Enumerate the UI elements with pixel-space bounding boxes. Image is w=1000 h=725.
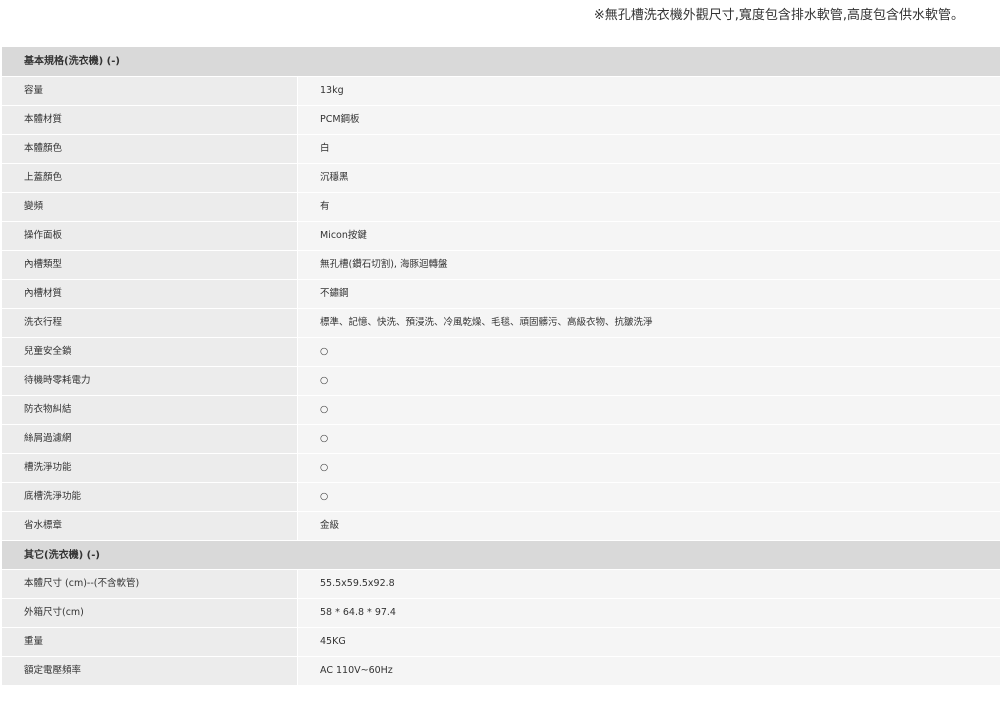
spec-label: 變頻 <box>2 193 298 221</box>
spec-label: 內槽材質 <box>2 280 298 308</box>
section-header-other: 其它(洗衣機) (-) <box>2 541 1000 570</box>
spec-label: 本體顏色 <box>2 135 298 163</box>
spec-row: 重量 45KG <box>2 628 1000 657</box>
spec-value: 標準、記憶、快洗、預浸洗、冷風乾燥、毛毯、頑固髒污、高級衣物、抗皺洗淨 <box>298 309 1000 337</box>
spec-value: ○ <box>298 367 1000 395</box>
spec-label: 外箱尺寸(cm) <box>2 599 298 627</box>
spec-row: 外箱尺寸(cm) 58 * 64.8 * 97.4 <box>2 599 1000 628</box>
spec-label: 槽洗淨功能 <box>2 454 298 482</box>
spec-value: 白 <box>298 135 1000 163</box>
spec-label: 待機時零耗電力 <box>2 367 298 395</box>
section-header-basic: 基本規格(洗衣機) (-) <box>2 47 1000 77</box>
spec-value: 13kg <box>298 77 1000 105</box>
spec-value: AC 110V~60Hz <box>298 657 1000 685</box>
spec-value: 無孔槽(鑽石切割), 海豚迴轉盤 <box>298 251 1000 279</box>
spec-row: 絲屑過濾網 ○ <box>2 425 1000 454</box>
spec-value: ○ <box>298 338 1000 366</box>
spec-row: 變頻有 <box>2 193 1000 222</box>
spec-label: 本體材質 <box>2 106 298 134</box>
section-rows-basic: 容量 13kg 本體材質 PCM鋼板 本體顏色白上蓋顏色 沉穩黑 變頻有操作面板 Micon按… <box>2 77 1000 541</box>
spec-value: 45KG <box>298 628 1000 656</box>
spec-row: 額定電壓頻率 AC 110V~60Hz <box>2 657 1000 686</box>
spec-value: 有 <box>298 193 1000 221</box>
spec-table: 基本規格(洗衣機) (-) 容量 13kg 本體材質 PCM鋼板 本體顏色白上蓋顏色 沉穩… <box>2 47 1000 686</box>
spec-row: 防衣物糾結 ○ <box>2 396 1000 425</box>
spec-label: 防衣物糾結 <box>2 396 298 424</box>
section-rows-other: 本體尺寸 (cm)--(不含軟管) 55.5x59.5x92.8 外箱尺寸(cm) 5… <box>2 570 1000 686</box>
spec-label: 省水標章 <box>2 512 298 540</box>
spec-row: 省水標章 金級 <box>2 512 1000 541</box>
spec-row: 容量 13kg <box>2 77 1000 106</box>
spec-label: 重量 <box>2 628 298 656</box>
spec-label: 絲屑過濾網 <box>2 425 298 453</box>
spec-value: 沉穩黑 <box>298 164 1000 192</box>
spec-value: 不鏽鋼 <box>298 280 1000 308</box>
spec-row: 本體材質 PCM鋼板 <box>2 106 1000 135</box>
spec-row: 洗衣行程 標準、記憶、快洗、預浸洗、冷風乾燥、毛毯、頑固髒污、高級衣物、抗皺洗淨 <box>2 309 1000 338</box>
spec-value: 55.5x59.5x92.8 <box>298 570 1000 598</box>
spec-label: 洗衣行程 <box>2 309 298 337</box>
spec-row: 內槽類型 無孔槽(鑽石切割), 海豚迴轉盤 <box>2 251 1000 280</box>
spec-label: 內槽類型 <box>2 251 298 279</box>
spec-value: 58 * 64.8 * 97.4 <box>298 599 1000 627</box>
spec-row: 槽洗淨功能 ○ <box>2 454 1000 483</box>
spec-label: 上蓋顏色 <box>2 164 298 192</box>
spec-row: 底槽洗淨功能 ○ <box>2 483 1000 512</box>
spec-value: ○ <box>298 425 1000 453</box>
spec-value: Micon按鍵 <box>298 222 1000 250</box>
spec-value: PCM鋼板 <box>298 106 1000 134</box>
spec-row: 操作面板 Micon按鍵 <box>2 222 1000 251</box>
spec-row: 上蓋顏色 沉穩黑 <box>2 164 1000 193</box>
spec-row: 待機時零耗電力 ○ <box>2 367 1000 396</box>
spec-row: 本體顏色白 <box>2 135 1000 164</box>
spec-row: 本體尺寸 (cm)--(不含軟管) 55.5x59.5x92.8 <box>2 570 1000 599</box>
spec-value: 金級 <box>298 512 1000 540</box>
dimension-note: ※無孔槽洗衣機外觀尺寸,寬度包含排水軟管,高度包含供水軟管。 <box>593 8 964 23</box>
spec-row: 兒童安全鎖 ○ <box>2 338 1000 367</box>
spec-label: 操作面板 <box>2 222 298 250</box>
spec-value: ○ <box>298 396 1000 424</box>
spec-value: ○ <box>298 483 1000 511</box>
spec-value: ○ <box>298 454 1000 482</box>
spec-label: 額定電壓頻率 <box>2 657 298 685</box>
spec-label: 兒童安全鎖 <box>2 338 298 366</box>
spec-label: 底槽洗淨功能 <box>2 483 298 511</box>
spec-label: 容量 <box>2 77 298 105</box>
spec-row: 內槽材質 不鏽鋼 <box>2 280 1000 309</box>
spec-label: 本體尺寸 (cm)--(不含軟管) <box>2 570 298 598</box>
